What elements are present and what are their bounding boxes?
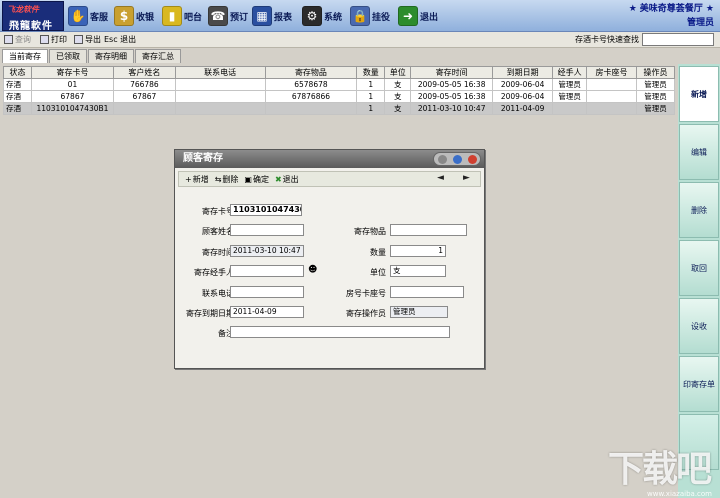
- delete-icon: ⇆: [214, 174, 222, 184]
- system-icon: ⚙: [302, 6, 322, 26]
- tab-bar: 当前寄存 已领取 寄存明细 寄存汇总: [2, 49, 182, 63]
- query-button[interactable]: 查询: [4, 34, 31, 45]
- unit-field[interactable]: 支: [390, 265, 446, 277]
- prev-record-icon[interactable]: ◄: [437, 173, 444, 183]
- dialog-title-bar[interactable]: 顾客寄存: [175, 150, 484, 168]
- main-toolbar: 飞龙软件 飛龍軟件 ✋ 客服 $ 收银 ▮ 吧台 ☎ 预订 ▦ 报表 ⚙ 系统 …: [0, 0, 720, 32]
- quick-search: 存酒卡号快速查找: [575, 33, 714, 46]
- table-header: 状态 寄存卡号 客户姓名 联系电话 寄存物品 数量 单位 寄存时间 到期日期 经…: [3, 66, 676, 79]
- exit-icon: ➜: [398, 6, 418, 26]
- reserve-icon: ☎: [208, 6, 228, 26]
- handler-field[interactable]: [230, 265, 304, 277]
- storage-form: 寄存卡号 1103101047430B1 顾客姓名 寄存物品 寄存时间 2011…: [178, 190, 481, 366]
- retrieve-button[interactable]: 取回: [679, 240, 719, 296]
- expire-date-field[interactable]: 2011-04-09: [230, 306, 304, 318]
- tab-collected[interactable]: 已领取: [49, 49, 87, 63]
- export-icon: [74, 35, 83, 44]
- action-sidebar: 新增 编辑 删除 取回 设收 印寄存单: [678, 64, 720, 498]
- card-number-field[interactable]: 1103101047430B1: [230, 204, 302, 216]
- toolbar-exit-button[interactable]: ➜ 退出: [398, 3, 438, 29]
- app-logo: 飞龙软件 飛龍軟件: [2, 1, 64, 32]
- person-lookup-icon[interactable]: ☻: [308, 265, 317, 275]
- toolbar-system-button[interactable]: ⚙ 系统: [302, 3, 342, 29]
- print-button[interactable]: 打印: [40, 34, 67, 45]
- toolbar-reservation-button[interactable]: ☎ 预订: [208, 3, 248, 29]
- table-row[interactable]: 存酒 01 766786 6578678 1 支 2009-05-05 16:3…: [3, 78, 676, 91]
- print-storage-slip-button[interactable]: 印寄存单: [679, 356, 719, 412]
- printer-icon: [40, 35, 49, 44]
- handshake-icon: ✋: [68, 6, 88, 26]
- toolbar-bar-button[interactable]: ▮ 吧台: [162, 3, 202, 29]
- watermark-url: www.xiazaiba.com: [647, 490, 712, 498]
- dialog-exit-button[interactable]: ✖ 退出: [275, 174, 299, 185]
- quick-search-input[interactable]: [642, 33, 714, 46]
- table-row-selected[interactable]: 存酒 1103101047430B1 1 支 2011-03-10 10:47 …: [3, 102, 676, 115]
- secondary-toolbar: 查询 打印 导出 Esc 退出 存酒卡号快速查找: [0, 32, 720, 48]
- exit-icon: ✖: [274, 174, 282, 184]
- add-button[interactable]: 新增: [679, 66, 719, 122]
- stored-item-field[interactable]: [390, 224, 467, 236]
- report-icon: ▦: [252, 6, 272, 26]
- star-icon: ★: [705, 4, 714, 14]
- maximize-icon[interactable]: [453, 155, 462, 164]
- phone-field[interactable]: [230, 286, 304, 298]
- customer-storage-dialog: 顾客寄存 + 新增 ⇆ 删除 ▣ 确定 ✖ 退出 ◄ ► 寄存卡号 1103101047…: [174, 149, 485, 369]
- save-icon: ▣: [244, 174, 252, 184]
- toolbar-report-button[interactable]: ▦ 报表: [252, 3, 292, 29]
- dialog-confirm-button[interactable]: ▣ 确定: [244, 174, 269, 185]
- storage-table: 状态 寄存卡号 客户姓名 联系电话 寄存物品 数量 单位 寄存时间 到期日期 经…: [3, 66, 676, 115]
- esc-exit-button[interactable]: Esc 退出: [104, 34, 136, 45]
- storage-time-field[interactable]: 2011-03-10 10:47: [230, 245, 304, 257]
- next-record-icon[interactable]: ►: [463, 173, 470, 183]
- dialog-add-button[interactable]: + 新增: [185, 174, 209, 185]
- toolbar-customer-service-button[interactable]: ✋ 客服: [68, 3, 108, 29]
- user-info: ★ 美味奇尊荟餐厅 ★ 管理员: [628, 4, 714, 28]
- customer-name-field[interactable]: [230, 224, 304, 236]
- room-seat-field[interactable]: [390, 286, 464, 298]
- minimize-icon[interactable]: [438, 155, 447, 164]
- quantity-field[interactable]: 1: [390, 245, 446, 257]
- dialog-toolbar: + 新增 ⇆ 删除 ▣ 确定 ✖ 退出 ◄ ►: [178, 171, 481, 187]
- bottle-icon: ▮: [162, 6, 182, 26]
- export-button[interactable]: 导出: [74, 34, 101, 45]
- query-icon: [4, 35, 13, 44]
- delete-button[interactable]: 删除: [679, 182, 719, 238]
- table-row[interactable]: 存酒 67867 67867 67876866 1 支 2009-05-05 1…: [3, 90, 676, 103]
- toolbar-cashier-button[interactable]: $ 收银: [114, 3, 154, 29]
- plus-icon: +: [185, 174, 192, 184]
- tab-storage-summary[interactable]: 寄存汇总: [135, 49, 181, 63]
- dialog-delete-button[interactable]: ⇆ 删除: [215, 174, 239, 185]
- tab-current-storage[interactable]: 当前寄存: [2, 49, 48, 63]
- toolbar-lock-button[interactable]: 🔒 挂役: [350, 3, 390, 29]
- remark-field[interactable]: [230, 326, 450, 338]
- close-icon[interactable]: [468, 155, 477, 164]
- operator-field[interactable]: 管理员: [390, 306, 448, 318]
- star-icon: ★: [628, 4, 637, 14]
- window-controls: [433, 152, 481, 166]
- watermark: 下载吧: [607, 449, 712, 490]
- tab-storage-detail[interactable]: 寄存明细: [88, 49, 134, 63]
- money-bag-icon: $: [114, 6, 134, 26]
- lock-icon: 🔒: [350, 6, 370, 26]
- set-receive-button[interactable]: 设收: [679, 298, 719, 354]
- edit-button[interactable]: 编辑: [679, 124, 719, 180]
